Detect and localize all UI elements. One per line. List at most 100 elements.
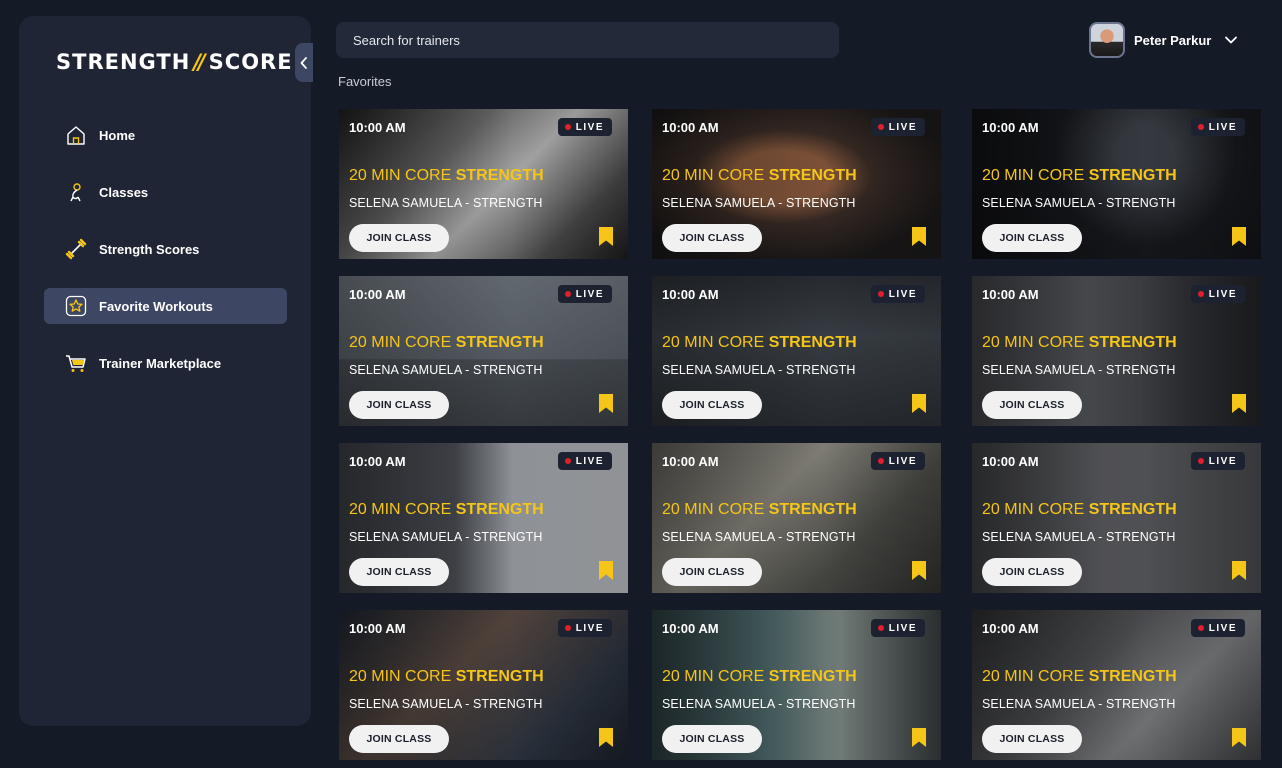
bookmark-icon[interactable] [1231, 393, 1247, 414]
class-time: 10:00 AM [662, 454, 719, 469]
class-title: 20 MIN CORE STRENGTH [982, 167, 1177, 184]
class-card[interactable]: 10:00 AM LIVE 20 MIN CORE STRENGTH SELEN… [339, 610, 628, 760]
sidebar-item-label: Classes [99, 184, 149, 200]
live-badge: LIVE [557, 118, 612, 136]
live-dot-icon [1197, 458, 1204, 464]
live-dot-icon [1197, 625, 1204, 631]
sidebar-item-home[interactable]: Home [44, 117, 287, 153]
join-class-button[interactable]: JOIN CLASS [349, 725, 449, 753]
class-trainer: SELENA SAMUELA - STRENGTH [349, 697, 543, 711]
live-badge: LIVE [557, 619, 612, 637]
class-card[interactable]: 10:00 AM LIVE 20 MIN CORE STRENGTH SELEN… [972, 443, 1261, 593]
logo-slash: // [193, 50, 205, 74]
class-title: 20 MIN CORE STRENGTH [662, 334, 857, 351]
live-dot-icon [877, 458, 884, 464]
live-dot-icon [877, 625, 884, 631]
bookmark-icon[interactable] [598, 560, 614, 581]
live-dot-icon [1197, 291, 1204, 297]
live-dot-icon [564, 458, 571, 464]
home-icon [64, 123, 88, 147]
sidebar-item-favorite-workouts[interactable]: Favorite Workouts [44, 288, 287, 324]
class-trainer: SELENA SAMUELA - STRENGTH [982, 697, 1176, 711]
join-class-button[interactable]: JOIN CLASS [349, 558, 449, 586]
bookmark-icon[interactable] [911, 727, 927, 748]
sidebar-item-label: Home [99, 127, 136, 143]
live-badge: LIVE [870, 118, 925, 136]
class-trainer: SELENA SAMUELA - STRENGTH [662, 363, 856, 377]
bookmark-icon[interactable] [1231, 226, 1247, 247]
class-time: 10:00 AM [349, 454, 406, 469]
live-dot-icon [1197, 124, 1204, 130]
class-card[interactable]: 10:00 AM LIVE 20 MIN CORE STRENGTH SELEN… [972, 276, 1261, 426]
live-label: LIVE [1208, 455, 1237, 467]
class-title: 20 MIN CORE STRENGTH [349, 334, 544, 351]
bookmark-icon[interactable] [911, 560, 927, 581]
live-dot-icon [564, 124, 571, 130]
sidebar-item-strength-scores[interactable]: Strength Scores [44, 231, 287, 267]
class-card[interactable]: 10:00 AM LIVE 20 MIN CORE STRENGTH SELEN… [339, 109, 628, 259]
class-title: 20 MIN CORE STRENGTH [349, 501, 544, 518]
class-card[interactable]: 10:00 AM LIVE 20 MIN CORE STRENGTH SELEN… [339, 443, 628, 593]
sidebar-item-label: Trainer Marketplace [99, 355, 222, 371]
class-title: 20 MIN CORE STRENGTH [662, 668, 857, 685]
join-class-button[interactable]: JOIN CLASS [662, 725, 762, 753]
join-class-button[interactable]: JOIN CLASS [982, 391, 1082, 419]
join-class-button[interactable]: JOIN CLASS [662, 224, 762, 252]
bookmark-icon[interactable] [598, 226, 614, 247]
live-label: LIVE [575, 121, 604, 133]
live-label: LIVE [575, 288, 604, 300]
class-time: 10:00 AM [662, 621, 719, 636]
bookmark-icon[interactable] [1231, 560, 1247, 581]
chevron-down-icon[interactable] [1224, 32, 1240, 48]
user-menu[interactable]: Peter Parkur [1089, 22, 1240, 58]
live-label: LIVE [888, 455, 917, 467]
class-time: 10:00 AM [662, 287, 719, 302]
class-card[interactable]: 10:00 AM LIVE 20 MIN CORE STRENGTH SELEN… [972, 610, 1261, 760]
class-card[interactable]: 10:00 AM LIVE 20 MIN CORE STRENGTH SELEN… [652, 109, 941, 259]
class-card[interactable]: 10:00 AM LIVE 20 MIN CORE STRENGTH SELEN… [972, 109, 1261, 259]
brand-logo[interactable]: STRENGTH//SCORE [56, 50, 293, 74]
live-badge: LIVE [557, 285, 612, 303]
search-input[interactable] [336, 22, 839, 58]
join-class-button[interactable]: JOIN CLASS [982, 558, 1082, 586]
live-dot-icon [877, 124, 884, 130]
section-title: Favorites [338, 74, 392, 89]
class-trainer: SELENA SAMUELA - STRENGTH [662, 196, 856, 210]
bookmark-icon[interactable] [911, 393, 927, 414]
class-time: 10:00 AM [349, 120, 406, 135]
class-time: 10:00 AM [349, 621, 406, 636]
join-class-button[interactable]: JOIN CLASS [662, 558, 762, 586]
class-card[interactable]: 10:00 AM LIVE 20 MIN CORE STRENGTH SELEN… [652, 443, 941, 593]
live-label: LIVE [1208, 288, 1237, 300]
sidebar-item-classes[interactable]: Classes [44, 174, 287, 210]
join-class-button[interactable]: JOIN CLASS [349, 391, 449, 419]
bookmark-icon[interactable] [911, 226, 927, 247]
class-trainer: SELENA SAMUELA - STRENGTH [349, 530, 543, 544]
sidebar-item-trainer-marketplace[interactable]: Trainer Marketplace [44, 345, 287, 381]
class-trainer: SELENA SAMUELA - STRENGTH [662, 530, 856, 544]
live-badge: LIVE [557, 452, 612, 470]
sidebar-item-label: Favorite Workouts [99, 298, 213, 314]
join-class-button[interactable]: JOIN CLASS [982, 725, 1082, 753]
class-trainer: SELENA SAMUELA - STRENGTH [982, 363, 1176, 377]
bookmark-icon[interactable] [1231, 727, 1247, 748]
class-card[interactable]: 10:00 AM LIVE 20 MIN CORE STRENGTH SELEN… [339, 276, 628, 426]
avatar[interactable] [1089, 22, 1125, 58]
class-title: 20 MIN CORE STRENGTH [982, 501, 1177, 518]
join-class-button[interactable]: JOIN CLASS [662, 391, 762, 419]
class-card[interactable]: 10:00 AM LIVE 20 MIN CORE STRENGTH SELEN… [652, 276, 941, 426]
join-class-button[interactable]: JOIN CLASS [982, 224, 1082, 252]
live-dot-icon [564, 625, 571, 631]
join-class-button[interactable]: JOIN CLASS [349, 224, 449, 252]
class-card[interactable]: 10:00 AM LIVE 20 MIN CORE STRENGTH SELEN… [652, 610, 941, 760]
class-title: 20 MIN CORE STRENGTH [349, 167, 544, 184]
class-trainer: SELENA SAMUELA - STRENGTH [982, 196, 1176, 210]
class-trainer: SELENA SAMUELA - STRENGTH [349, 196, 543, 210]
live-badge: LIVE [1190, 118, 1245, 136]
class-time: 10:00 AM [982, 120, 1039, 135]
logo-text-left: STRENGTH [56, 50, 191, 74]
collapse-sidebar-button[interactable] [295, 43, 313, 82]
bookmark-icon[interactable] [598, 727, 614, 748]
class-title: 20 MIN CORE STRENGTH [982, 668, 1177, 685]
bookmark-icon[interactable] [598, 393, 614, 414]
